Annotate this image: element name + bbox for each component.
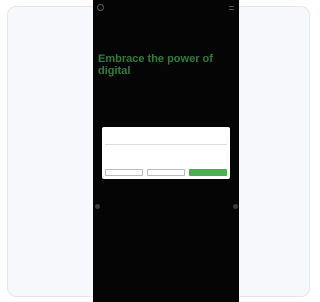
hero-title: Embrace the power of digital [98,53,213,77]
dialog-tabs [105,138,227,145]
arrow-right-icon[interactable] [233,204,238,209]
customize-button[interactable] [147,169,185,176]
allow-all-button[interactable] [189,169,227,176]
cookie-consent-dialog [102,127,230,179]
arrow-left-icon[interactable] [95,204,100,209]
deny-button[interactable] [105,169,143,176]
logo-icon[interactable] [97,4,104,11]
menu-icon[interactable] [229,6,234,10]
